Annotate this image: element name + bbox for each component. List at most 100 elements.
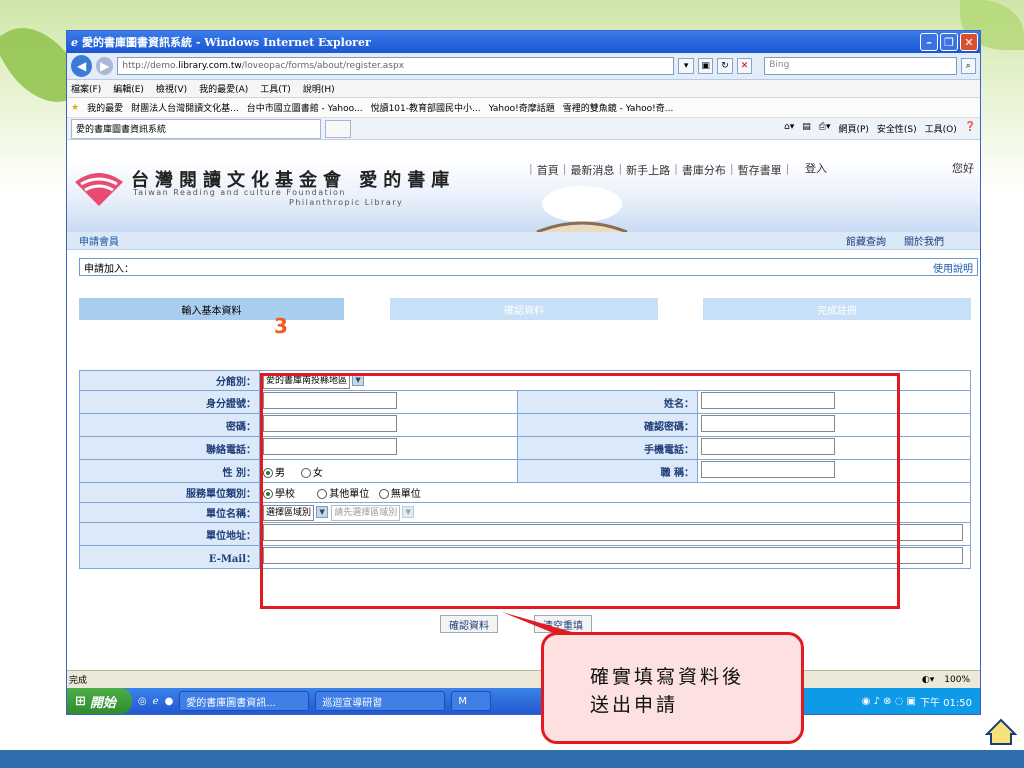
safety-menu[interactable]: 安全性(S) <box>877 122 917 135</box>
favorite-item[interactable]: 雪裡的雙魚鏡 - Yahoo!奇... <box>563 101 674 114</box>
menu-file[interactable]: 檔案(F) <box>71 82 101 95</box>
tab-active[interactable]: 愛的書庫圖書資訊系統 <box>71 118 321 139</box>
mobile-input[interactable] <box>701 438 835 455</box>
favorite-item[interactable]: Yahoo!奇摩話題 <box>489 101 555 114</box>
address-input[interactable]: http://demo. library.com.tw/loveopac/form… <box>117 57 675 75</box>
branch-select[interactable]: 愛的書庫南投縣地區 <box>263 372 351 389</box>
quicklaunch-icon[interactable]: ◎ <box>138 696 147 707</box>
menu-view[interactable]: 檢視(V) <box>156 82 187 95</box>
favorite-item[interactable]: 財團法人台灣閱讀文化基... <box>131 101 239 114</box>
nav-home[interactable]: 首頁 <box>537 162 559 178</box>
password-input[interactable] <box>263 415 397 432</box>
tab-label: 愛的書庫圖書資訊系統 <box>76 125 167 135</box>
unit-name-select[interactable]: 請先選擇區域別 <box>331 504 401 521</box>
form-row-email: E-Mail： <box>79 545 971 569</box>
start-button[interactable]: ⊞ 開始 <box>67 688 132 714</box>
new-tab-button[interactable] <box>325 119 351 138</box>
unit-type-school-label: 學校 <box>275 489 295 500</box>
menu-help[interactable]: 說明(H) <box>303 82 335 95</box>
form-row-unit-type: 服務單位類別： 學校 其他單位 無單位 <box>79 482 971 503</box>
name-input[interactable] <box>701 392 835 409</box>
quicklaunch-icon[interactable]: ● <box>165 696 174 707</box>
taskbar-item-label: 愛的書庫圖書資訊... <box>186 697 276 709</box>
menu-tools[interactable]: 工具(T) <box>260 82 291 95</box>
feeds-icon[interactable]: ▤ <box>802 122 811 135</box>
home-button-icon[interactable]: ⌂▾ <box>784 122 794 135</box>
phone-label: 聯絡電話： <box>79 436 260 460</box>
search-icon[interactable]: ⌕ <box>960 58 976 74</box>
form-row-unit-name: 單位名稱： 選擇區域別 ▼ 請先選擇區域別 ▼ <box>79 502 971 523</box>
nav-booklist[interactable]: 暫存書單 <box>738 162 782 178</box>
job-title-input[interactable] <box>701 461 835 478</box>
unit-type-none-radio[interactable] <box>378 489 389 499</box>
tools-menu[interactable]: 工具(O) <box>925 122 957 135</box>
favorites-bar: ★ 我的最愛 財團法人台灣閱讀文化基... 台中市國立圖書館 - Yahoo..… <box>67 98 980 118</box>
compat-view-icon[interactable]: ▣ <box>697 58 714 74</box>
zoom-level[interactable]: 100% <box>944 675 970 685</box>
unit-type-other-radio[interactable] <box>317 489 328 499</box>
chevron-down-icon[interactable]: ▼ <box>352 373 365 386</box>
region-select[interactable]: 選擇區域別 <box>263 504 315 521</box>
step-number-annotation: 3 <box>274 314 288 338</box>
gender-female-radio[interactable] <box>300 467 311 478</box>
menu-favorites[interactable]: 我的最愛(A) <box>199 82 248 95</box>
unit-type-other-label: 其他單位 <box>329 489 370 500</box>
confirm-password-input[interactable] <box>701 415 835 432</box>
form-row-password: 密碼： 確認密碼： <box>79 413 971 437</box>
book-illustration <box>536 186 628 232</box>
step-indicator: 輸入基本資料 確認資料 完成註冊 3 <box>67 298 980 338</box>
logo-icon <box>75 173 123 206</box>
chevron-down-icon[interactable]: ▼ <box>316 505 329 518</box>
clock: 下午 01:50 <box>920 697 972 709</box>
nav-locations[interactable]: 書庫分布 <box>682 162 726 178</box>
gender-male-label: 男 <box>275 467 285 479</box>
catalog-search-link[interactable]: 館藏查詢 <box>846 233 886 248</box>
help-link[interactable]: 使用說明 <box>933 260 973 275</box>
taskbar-item[interactable]: 愛的書庫圖書資訊... <box>179 691 310 711</box>
form-buttons: 確認資料 清空重填 <box>440 615 592 633</box>
top-nav: | 首頁 | 最新消息 | 新手上路 | 書庫分布 | 暫存書單 | <box>529 162 790 178</box>
favorites-star-icon[interactable]: ★ <box>71 103 79 113</box>
id-number-input[interactable] <box>263 392 397 409</box>
home-icon[interactable] <box>985 718 1017 746</box>
security-zone-icon[interactable]: ◐▾ <box>922 675 934 685</box>
about-us-link[interactable]: 關於我們 <box>904 233 944 248</box>
email-input[interactable] <box>263 547 963 564</box>
taskbar-item[interactable]: M <box>451 691 492 711</box>
nav-news[interactable]: 最新消息 <box>570 162 614 178</box>
step-complete: 完成註冊 <box>703 298 971 320</box>
confirm-data-button[interactable]: 確認資料 <box>440 615 498 633</box>
close-button[interactable]: ✕ <box>960 33 978 51</box>
phone-input[interactable] <box>263 438 397 455</box>
tray-icons[interactable]: ◉ ♪ ⊗ ◌ ▣ <box>862 696 916 707</box>
quicklaunch-ie-icon[interactable]: ℯ <box>153 696 159 707</box>
print-icon[interactable]: ⎙▾ <box>819 122 831 135</box>
site-subtitle-en: Taiwan Reading and culture Foundation <box>133 188 346 197</box>
help-icon[interactable]: ❓ <box>965 122 976 135</box>
unit-address-label: 單位地址： <box>79 522 260 546</box>
stop-icon[interactable]: ✕ <box>736 58 753 74</box>
taskbar-item[interactable]: 巡迴宣導研習 <box>315 691 446 711</box>
unit-type-school-radio[interactable] <box>263 489 273 499</box>
forward-button[interactable]: ▶ <box>96 57 114 75</box>
favorites-label[interactable]: 我的最愛 <box>87 101 123 114</box>
back-button[interactable]: ◀ <box>71 55 93 77</box>
gender-male-radio[interactable] <box>263 467 273 478</box>
maximize-button[interactable]: ❐ <box>940 33 958 51</box>
favorite-item[interactable]: 悅讀101-教育部國民中小... <box>371 101 481 114</box>
web-page: 台灣閱讀文化基金會 愛的書庫 Taiwan Reading and cultur… <box>67 160 980 670</box>
login-link[interactable]: 登入 <box>805 160 827 176</box>
search-input[interactable]: Bing <box>764 57 957 75</box>
minimize-button[interactable]: – <box>920 33 938 51</box>
unit-address-input[interactable] <box>263 524 963 541</box>
nav-guide[interactable]: 新手上路 <box>626 162 670 178</box>
clear-form-button[interactable]: 清空重填 <box>534 615 592 633</box>
refresh-icon[interactable]: ↻ <box>717 58 733 74</box>
callout-line-2: 送出申請 <box>590 694 679 716</box>
menu-edit[interactable]: 編輯(E) <box>113 82 144 95</box>
page-menu[interactable]: 網頁(P) <box>838 122 868 135</box>
favorite-item[interactable]: 台中市國立圖書館 - Yahoo... <box>247 101 363 114</box>
region-select-value: 選擇區域別 <box>266 507 312 518</box>
address-dropdown-icon[interactable]: ▾ <box>678 58 694 74</box>
address-bar-row: ◀ ▶ http://demo. library.com.tw/loveopac/… <box>67 53 980 80</box>
